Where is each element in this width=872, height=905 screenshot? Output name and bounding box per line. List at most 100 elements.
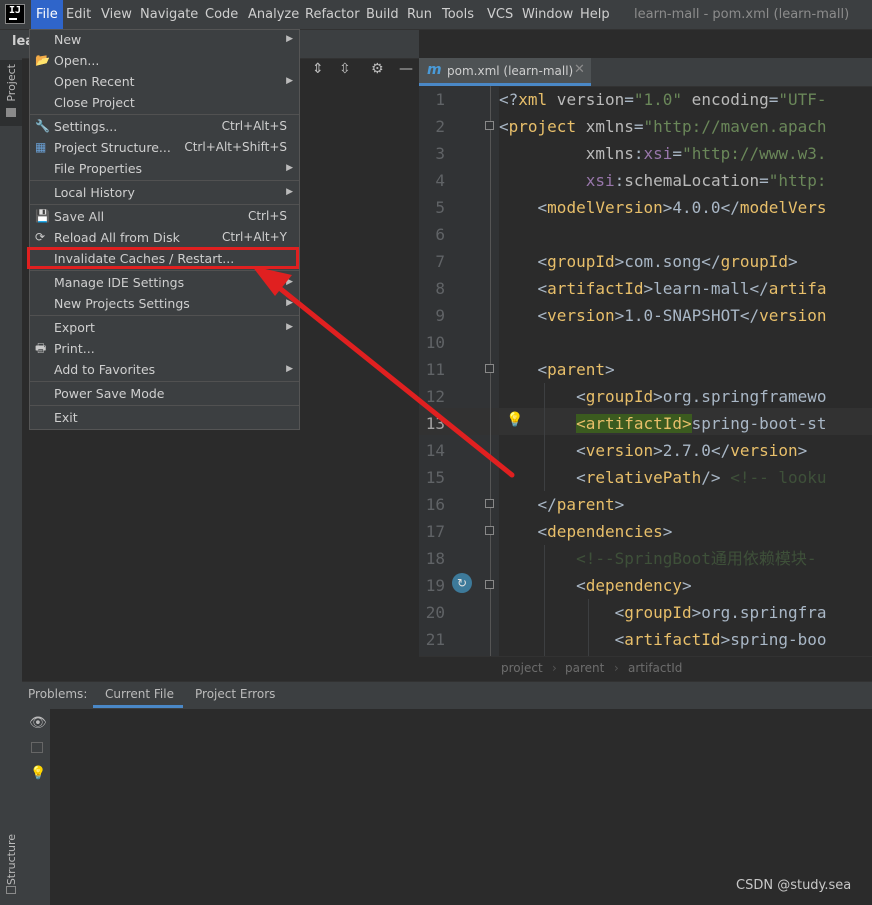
tab-current-file[interactable]: Current File: [105, 687, 174, 701]
menu-item-open[interactable]: 📂 Open...: [30, 50, 299, 71]
breadcrumb-separator: ›: [552, 661, 557, 675]
line-number: 17: [425, 522, 445, 541]
menu-separator: [30, 315, 299, 316]
line-number: 7: [435, 252, 445, 271]
menu-build[interactable]: Build: [361, 0, 404, 29]
save-icon: 💾: [35, 209, 50, 223]
code-line[interactable]: <groupId>org.springframewo: [499, 383, 872, 410]
tab-project-errors[interactable]: Project Errors: [195, 687, 275, 701]
menu-item-new[interactable]: New ▶: [30, 29, 299, 50]
code-line[interactable]: <artifactId>spring-boot-st: [499, 410, 872, 437]
code-line[interactable]: <artifactId>learn-mall</artifa: [499, 275, 872, 302]
menu-item-save-all[interactable]: 💾 Save All Ctrl+S: [30, 206, 299, 227]
expand-all-icon[interactable]: ⇕: [312, 61, 324, 77]
menu-item-file-properties[interactable]: File Properties ▶: [30, 158, 299, 179]
menu-item-reload-all[interactable]: ⟳ Reload All from Disk Ctrl+Alt+Y: [30, 227, 299, 248]
eye-icon[interactable]: 👁: [29, 715, 47, 731]
annotation-highlight-box: [27, 247, 299, 269]
submenu-arrow-icon: ▶: [286, 34, 293, 44]
menu-item-power-save-mode[interactable]: Power Save Mode: [30, 383, 299, 404]
wrench-icon: 🔧: [35, 119, 50, 133]
code-line[interactable]: <artifactId>spring-boo: [499, 626, 872, 653]
code-line[interactable]: <relativePath/> <!-- looku: [499, 464, 872, 491]
structure-tool-tab[interactable]: Structure: [5, 834, 18, 885]
code-line[interactable]: </parent>: [499, 491, 872, 518]
menu-separator: [30, 114, 299, 115]
menu-item-export[interactable]: Export ▶: [30, 317, 299, 338]
line-number: 2: [435, 117, 445, 136]
line-number: 21: [425, 630, 445, 649]
menu-item-print[interactable]: 🖶 Print...: [30, 338, 299, 359]
breadcrumb-item[interactable]: artifactId: [628, 661, 682, 675]
code-line[interactable]: <?xml version="1.0" encoding="UTF-: [499, 86, 872, 113]
code-line[interactable]: [499, 329, 872, 356]
code-line[interactable]: <groupId>com.song</groupId>: [499, 248, 872, 275]
preview-panel-icon[interactable]: [31, 742, 43, 753]
menu-item-open-recent[interactable]: Open Recent ▶: [30, 71, 299, 92]
folder-icon: [6, 108, 16, 117]
code-line[interactable]: <modelVersion>4.0.0</modelVers: [499, 194, 872, 221]
hide-panel-icon[interactable]: —: [399, 61, 413, 77]
menu-window[interactable]: Window: [517, 0, 578, 29]
menu-item-manage-ide-settings[interactable]: Manage IDE Settings ▶: [30, 272, 299, 293]
menu-help[interactable]: Help: [575, 0, 615, 29]
fold-marker-icon[interactable]: [485, 364, 494, 373]
code-line[interactable]: <version>1.0-SNAPSHOT</version: [499, 302, 872, 329]
print-icon: 🖶: [35, 341, 47, 355]
line-number: 9: [435, 306, 445, 325]
submenu-arrow-icon: ▶: [286, 187, 293, 197]
submenu-arrow-icon: ▶: [286, 364, 293, 374]
code-line[interactable]: xmlns:xsi="http://www.w3.: [499, 140, 872, 167]
menu-navigate[interactable]: Navigate: [135, 0, 203, 29]
breadcrumb-item[interactable]: project: [501, 661, 543, 675]
menu-code[interactable]: Code: [200, 0, 243, 29]
code-line[interactable]: xsi:schemaLocation="http:: [499, 167, 872, 194]
menu-item-local-history[interactable]: Local History ▶: [30, 182, 299, 203]
menu-view[interactable]: View: [96, 0, 137, 29]
menu-analyze[interactable]: Analyze: [243, 0, 304, 29]
editor-tab-label: pom.xml (learn-mall): [447, 64, 574, 78]
lightbulb-icon[interactable]: 💡: [30, 766, 46, 781]
gear-icon[interactable]: ⚙: [371, 61, 384, 77]
code-line[interactable]: [499, 221, 872, 248]
menu-item-add-to-favorites[interactable]: Add to Favorites ▶: [30, 359, 299, 380]
code-line[interactable]: <groupId>org.springfra: [499, 599, 872, 626]
code-line[interactable]: <parent>: [499, 356, 872, 383]
menu-edit[interactable]: Edit: [61, 0, 96, 29]
intellij-logo-icon: IJ: [5, 4, 25, 24]
project-tool-tab-label: Project: [5, 64, 18, 102]
submenu-arrow-icon: ▶: [286, 277, 293, 287]
code-line[interactable]: <!--SpringBoot通用依赖模块-: [499, 545, 872, 572]
menu-refactor[interactable]: Refactor: [300, 0, 365, 29]
code-line[interactable]: <version>2.7.0</version>: [499, 437, 872, 464]
line-number: 18: [425, 549, 445, 568]
menu-vcs[interactable]: VCS: [482, 0, 518, 29]
menu-item-exit[interactable]: Exit: [30, 407, 299, 428]
fold-marker-icon[interactable]: [485, 499, 494, 508]
menu-file[interactable]: File: [31, 0, 63, 29]
code-line[interactable]: <project xmlns="http://maven.apach: [499, 113, 872, 140]
menu-item-new-projects-settings[interactable]: New Projects Settings ▶: [30, 293, 299, 314]
menu-item-project-structure[interactable]: ▦ Project Structure... Ctrl+Alt+Shift+S: [30, 137, 299, 158]
code-line[interactable]: <dependencies>: [499, 518, 872, 545]
menu-tools[interactable]: Tools: [437, 0, 479, 29]
breadcrumb-item[interactable]: parent: [565, 661, 604, 675]
line-number: 16: [425, 495, 445, 514]
collapse-all-icon[interactable]: ⇳: [339, 61, 351, 77]
structure-icon: [6, 886, 16, 894]
menu-run[interactable]: Run: [402, 0, 437, 29]
line-number: 4: [435, 171, 445, 190]
submenu-arrow-icon: ▶: [286, 163, 293, 173]
fold-marker-icon[interactable]: [485, 526, 494, 535]
maven-reload-icon[interactable]: ↻: [452, 573, 472, 593]
fold-marker-icon[interactable]: [485, 580, 494, 589]
close-icon[interactable]: ✕: [574, 62, 585, 77]
menu-item-settings[interactable]: 🔧 Settings... Ctrl+Alt+S: [30, 116, 299, 137]
code-line[interactable]: <dependency>: [499, 572, 872, 599]
fold-marker-icon[interactable]: [485, 121, 494, 130]
submenu-arrow-icon: ▶: [286, 298, 293, 308]
line-number: 20: [425, 603, 445, 622]
watermark: CSDN @study.sea: [736, 878, 852, 893]
line-number: 15: [425, 468, 445, 487]
menu-item-close-project[interactable]: Close Project: [30, 92, 299, 113]
